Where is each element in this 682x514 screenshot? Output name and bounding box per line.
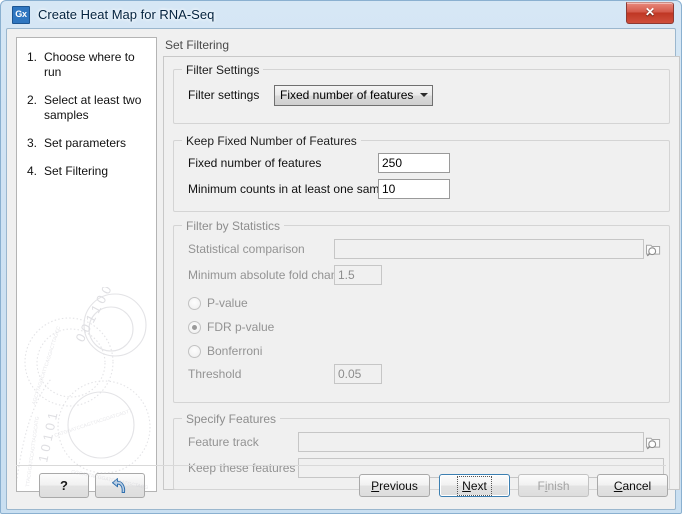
step-number: 4. [27,164,38,178]
group-filter-settings: Filter Settings Filter settings Fixed nu… [173,63,670,124]
fold-change-input[interactable]: 1.5 [334,265,382,285]
wizard-step-2: 2. Select at least two samples [27,93,148,123]
previous-button-label: Previous [371,478,418,493]
dialog-window: Gx Create Heat Map for RNA-Seq ✕ 1. Choo… [0,0,682,514]
step-number: 2. [27,93,38,107]
group-legend: Filter by Statistics [182,219,285,233]
button-bar-divider [16,465,666,466]
step-label: Choose where to run [44,50,135,79]
panel-body: Filter Settings Filter settings Fixed nu… [163,56,680,490]
feature-track-input[interactable] [298,432,644,452]
group-legend: Keep Fixed Number of Features [182,134,361,148]
feature-track-label: Feature track [188,435,259,449]
browse-statistical-comparison-button[interactable] [644,240,663,259]
threshold-row: Threshold 0.05 [188,364,382,384]
settings-panel: Set Filtering Filter Settings Filter set… [163,37,680,492]
reset-button[interactable] [95,473,145,498]
radio-p-value-icon [188,296,201,310]
radio-bonferroni-icon [188,344,201,358]
statistical-comparison-input[interactable] [334,239,644,259]
finish-button[interactable]: Finish [518,474,589,497]
wizard-step-1: 1. Choose where to run [27,50,148,80]
svg-text:1 0 1 0 1: 1 0 1 0 1 [35,411,60,464]
app-icon: Gx [12,5,30,24]
svg-text:AGCTTAGGCATTCAGGACTTAGCC: AGCTTAGGCATTCAGGACTTAGCC [31,325,62,405]
radio-fdr-p-value-label: FDR p-value [207,320,275,334]
filter-settings-label: Filter settings [188,88,260,102]
chevron-down-icon [420,93,429,97]
group-legend: Specify Features [182,412,281,426]
threshold-input[interactable]: 0.05 [334,364,382,384]
cancel-button-label: Cancel [613,478,652,493]
filter-settings-dropdown-value: Fixed number of features [280,88,414,102]
reset-arrow-icon [112,477,126,493]
min-counts-label: Minimum counts in at least one sample [188,182,396,196]
step-label: Set parameters [44,136,127,150]
group-filter-by-statistics: Filter by Statistics Statistical compari… [173,219,670,403]
folder-search-icon [646,437,661,450]
svg-text:0 0 1 1 0 0: 0 0 1 1 0 0 [72,287,114,344]
filter-settings-dropdown[interactable]: Fixed number of features [274,84,434,106]
statistical-comparison-row: Statistical comparison [188,239,663,259]
radio-fdr-p-value-icon [188,320,201,334]
fold-change-row: Minimum absolute fold change 1.5 [188,265,382,285]
step-number: 1. [27,50,38,64]
watermark-spiral-icon: 0 0 1 1 0 0 1 0 1 0 1 AGCTTAGGCATTCAGGAC… [17,287,151,491]
radio-fdr-p-value[interactable]: FDR p-value [188,318,274,336]
window-title: Create Heat Map for RNA-Seq [38,7,215,22]
radio-p-value-label: P-value [207,296,248,310]
finish-button-label: Finish [537,478,570,493]
radio-bonferroni-label: Bonferroni [207,344,263,358]
radio-p-value[interactable]: P-value [188,294,248,312]
close-icon: ✕ [644,5,656,19]
cancel-button[interactable]: Cancel [597,474,668,497]
fixed-number-input[interactable]: 250 [378,153,450,173]
wizard-step-4: 4. Set Filtering [27,164,148,179]
step-label: Set Filtering [44,164,109,178]
feature-track-row: Feature track [188,432,663,452]
wizard-step-list: 1. Choose where to run 2. Select at leas… [17,38,156,179]
folder-search-icon [646,244,661,257]
dialog-button-bar: ? Previous Next Finish Cancel [7,465,675,509]
fixed-number-row: Fixed number of features 250 [188,153,450,173]
fold-change-label: Minimum absolute fold change [188,268,351,282]
step-label: Select at least two samples [44,93,142,122]
step-number: 3. [27,136,38,150]
group-legend: Filter Settings [182,63,264,77]
svg-text:CATGGATCCAGTTACGGATCAGTT: CATGGATCCAGTTACGGATCAGTT [54,408,133,439]
statistical-comparison-label: Statistical comparison [188,242,305,256]
next-button[interactable]: Next [439,474,510,497]
radio-bonferroni[interactable]: Bonferroni [188,342,262,360]
close-button[interactable]: ✕ [626,2,674,24]
dialog-client-area: 1. Choose where to run 2. Select at leas… [6,28,680,510]
min-counts-input[interactable]: 10 [378,179,450,199]
wizard-step-3: 3. Set parameters [27,136,148,151]
next-button-label: Next [457,475,492,496]
wizard-steps-sidebar: 1. Choose where to run 2. Select at leas… [16,37,157,492]
min-counts-row: Minimum counts in at least one sample 10 [188,179,450,199]
fixed-number-label: Fixed number of features [188,156,322,170]
title-bar: Gx Create Heat Map for RNA-Seq ✕ [6,1,676,28]
help-button[interactable]: ? [39,473,89,498]
previous-button[interactable]: Previous [359,474,430,497]
panel-title: Set Filtering [165,38,230,52]
browse-feature-track-button[interactable] [644,433,663,452]
threshold-label: Threshold [188,367,242,381]
group-keep-fixed-number: Keep Fixed Number of Features Fixed numb… [173,134,670,212]
filter-settings-row: Filter settings Fixed number of features [188,84,434,106]
help-icon: ? [60,478,68,493]
